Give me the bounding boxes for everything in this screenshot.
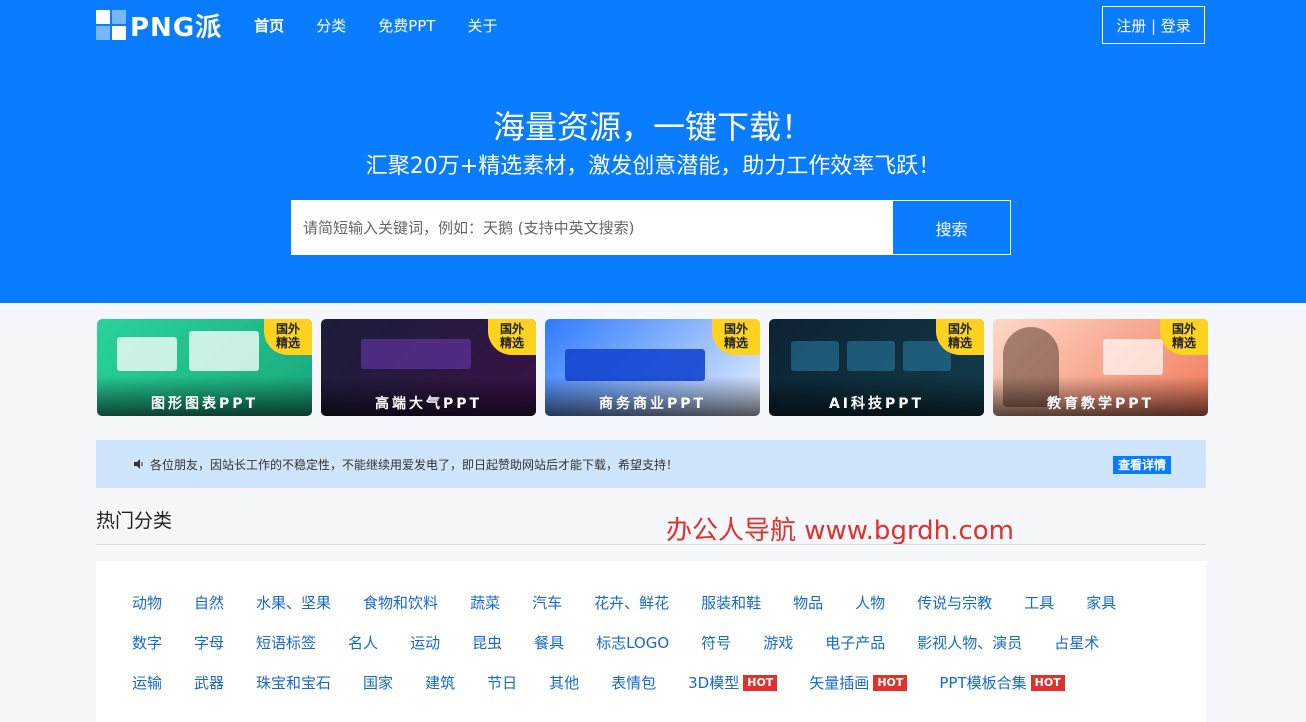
category-link[interactable]: 花卉、鲜花	[594, 592, 669, 613]
card-chart-ppt[interactable]: 国外 精选 图形图表PPT	[97, 319, 312, 416]
card-caption: 图形图表PPT	[97, 376, 312, 416]
category-link[interactable]: 占星术	[1054, 632, 1099, 653]
category-link[interactable]: 食物和饮料	[363, 592, 438, 613]
watermark-text: 办公人导航 www.bgrdh.com	[666, 516, 1014, 546]
category-label: 矢量插画	[809, 674, 870, 692]
card-thumbnail	[117, 337, 177, 371]
card-thumbnail	[361, 339, 471, 369]
category-link[interactable]: 服装和鞋	[701, 592, 761, 613]
category-link[interactable]: 符号	[701, 632, 731, 653]
hero-title: 海量资源，一键下载！	[492, 108, 813, 146]
register-login-button[interactable]: 注册 | 登录	[1102, 6, 1205, 44]
category-link[interactable]: 汽车	[532, 592, 562, 613]
category-link[interactable]: 武器	[194, 672, 224, 693]
logo-text: PNG派	[130, 12, 223, 43]
nav-links: 首页 分类 免费PPT 关于	[254, 15, 529, 36]
category-link[interactable]: 家具	[1086, 592, 1116, 613]
category-link[interactable]: 影视人物、演员	[917, 632, 1022, 653]
card-badge: 国外 精选	[1160, 319, 1208, 355]
nav-home[interactable]: 首页	[254, 15, 284, 36]
category-link[interactable]: 蔬菜	[470, 592, 500, 613]
card-caption: 高端大气PPT	[321, 376, 536, 416]
hero-subtitle: 汇聚20万+精选素材，激发创意潜能，助力工作效率飞跃！	[365, 154, 941, 179]
category-link[interactable]: 自然	[194, 592, 224, 613]
hot-badge: HOT	[743, 674, 778, 691]
category-row-1: 动物 自然 水果、坚果 食物和饮料 蔬菜 汽车 花卉、鲜花 服装和鞋 物品 人物 传说与宗教 工具 家具	[132, 592, 1148, 613]
card-badge: 国外 精选	[264, 319, 312, 355]
top-nav: PNG派 首页 分类 免费PPT 关于	[96, 0, 529, 50]
category-link[interactable]: 数字	[132, 632, 162, 653]
category-link[interactable]: 节日	[487, 672, 517, 693]
category-label: 3D模型	[688, 674, 740, 692]
category-link[interactable]: 传说与宗教	[917, 592, 992, 613]
category-link[interactable]: 名人	[348, 632, 378, 653]
category-link[interactable]: 其他	[549, 672, 579, 693]
category-link[interactable]: 动物	[132, 592, 162, 613]
logo[interactable]: PNG派	[96, 7, 222, 44]
card-thumbnail	[1103, 339, 1163, 375]
category-link[interactable]: 游戏	[763, 632, 793, 653]
card-caption: 教育教学PPT	[993, 376, 1208, 416]
hero-banner: PNG派 首页 分类 免费PPT 关于 注册 | 登录 海量资源，一键下载！ 汇…	[0, 0, 1306, 303]
category-link-hot[interactable]: PPT模板合集 HOT	[939, 672, 1065, 693]
card-caption: 商务商业PPT	[545, 376, 760, 416]
search-button[interactable]: 搜索	[892, 200, 1011, 255]
category-link[interactable]: 物品	[793, 592, 823, 613]
nav-free-ppt[interactable]: 免费PPT	[378, 15, 435, 36]
category-link[interactable]: 国家	[363, 672, 393, 693]
hot-badge: HOT	[873, 674, 908, 691]
category-panel: 动物 自然 水果、坚果 食物和饮料 蔬菜 汽车 花卉、鲜花 服装和鞋 物品 人物 传说与宗教 工具 家具…	[96, 561, 1206, 722]
nav-category[interactable]: 分类	[316, 15, 346, 36]
category-row-2: 数字 字母 短语标签 名人 运动 昆虫 餐具 标志LOGO 符号 游戏 电子产品 影视人物、演员 占星术	[132, 632, 1131, 653]
category-link[interactable]: 餐具	[534, 632, 564, 653]
category-label: PPT模板合集	[939, 674, 1027, 692]
card-badge: 国外 精选	[712, 319, 760, 355]
card-caption: AI科技PPT	[769, 376, 984, 416]
card-thumbnail	[791, 341, 839, 371]
notice-text: 各位朋友，因站长工作的不稳定性，不能继续用爱发电了，即日起赞助网站后才能下载，希…	[150, 457, 679, 472]
category-link[interactable]: 工具	[1024, 592, 1054, 613]
divider	[96, 544, 1206, 545]
category-link[interactable]: 电子产品	[825, 632, 885, 653]
category-link[interactable]: 人物	[855, 592, 885, 613]
category-link[interactable]: 珠宝和宝石	[256, 672, 331, 693]
notice-bar: 各位朋友，因站长工作的不稳定性，不能继续用爱发电了，即日起赞助网站后才能下载，希…	[96, 440, 1206, 488]
category-link[interactable]: 运动	[410, 632, 440, 653]
card-badge: 国外 精选	[488, 319, 536, 355]
category-row-3: 运输 武器 珠宝和宝石 国家 建筑 节日 其他 表情包 3D模型 HOT 矢量插画 HOT PPT模板合…	[132, 672, 1097, 693]
card-business-ppt[interactable]: 国外 精选 商务商业PPT	[545, 319, 760, 416]
category-link[interactable]: 短语标签	[256, 632, 316, 653]
featured-cards: 国外 精选 图形图表PPT 国外 精选 高端大气PPT 国外 精选 商务商业PP…	[97, 319, 1208, 416]
category-link[interactable]: 标志LOGO	[596, 632, 669, 653]
category-link[interactable]: 运输	[132, 672, 162, 693]
card-education-ppt[interactable]: 国外 精选 教育教学PPT	[993, 319, 1208, 416]
category-link[interactable]: 水果、坚果	[256, 592, 331, 613]
view-details-button[interactable]: 查看详情	[1113, 456, 1172, 474]
search-bar: 搜索	[291, 200, 1011, 255]
category-link[interactable]: 昆虫	[472, 632, 502, 653]
category-link[interactable]: 表情包	[611, 672, 656, 693]
logo-icon	[96, 10, 126, 40]
category-link-hot[interactable]: 3D模型 HOT	[688, 672, 778, 693]
category-link[interactable]: 字母	[194, 632, 224, 653]
speaker-icon	[134, 459, 143, 469]
card-thumbnail	[189, 331, 259, 371]
category-link-hot[interactable]: 矢量插画 HOT	[809, 672, 908, 693]
card-thumbnail	[847, 341, 895, 371]
section-title: 热门分类	[96, 510, 173, 532]
card-premium-ppt[interactable]: 国外 精选 高端大气PPT	[321, 319, 536, 416]
search-input[interactable]	[291, 200, 892, 255]
category-link[interactable]: 建筑	[425, 672, 455, 693]
hot-badge: HOT	[1030, 674, 1065, 691]
card-ai-tech-ppt[interactable]: 国外 精选 AI科技PPT	[769, 319, 984, 416]
nav-about[interactable]: 关于	[467, 15, 497, 36]
